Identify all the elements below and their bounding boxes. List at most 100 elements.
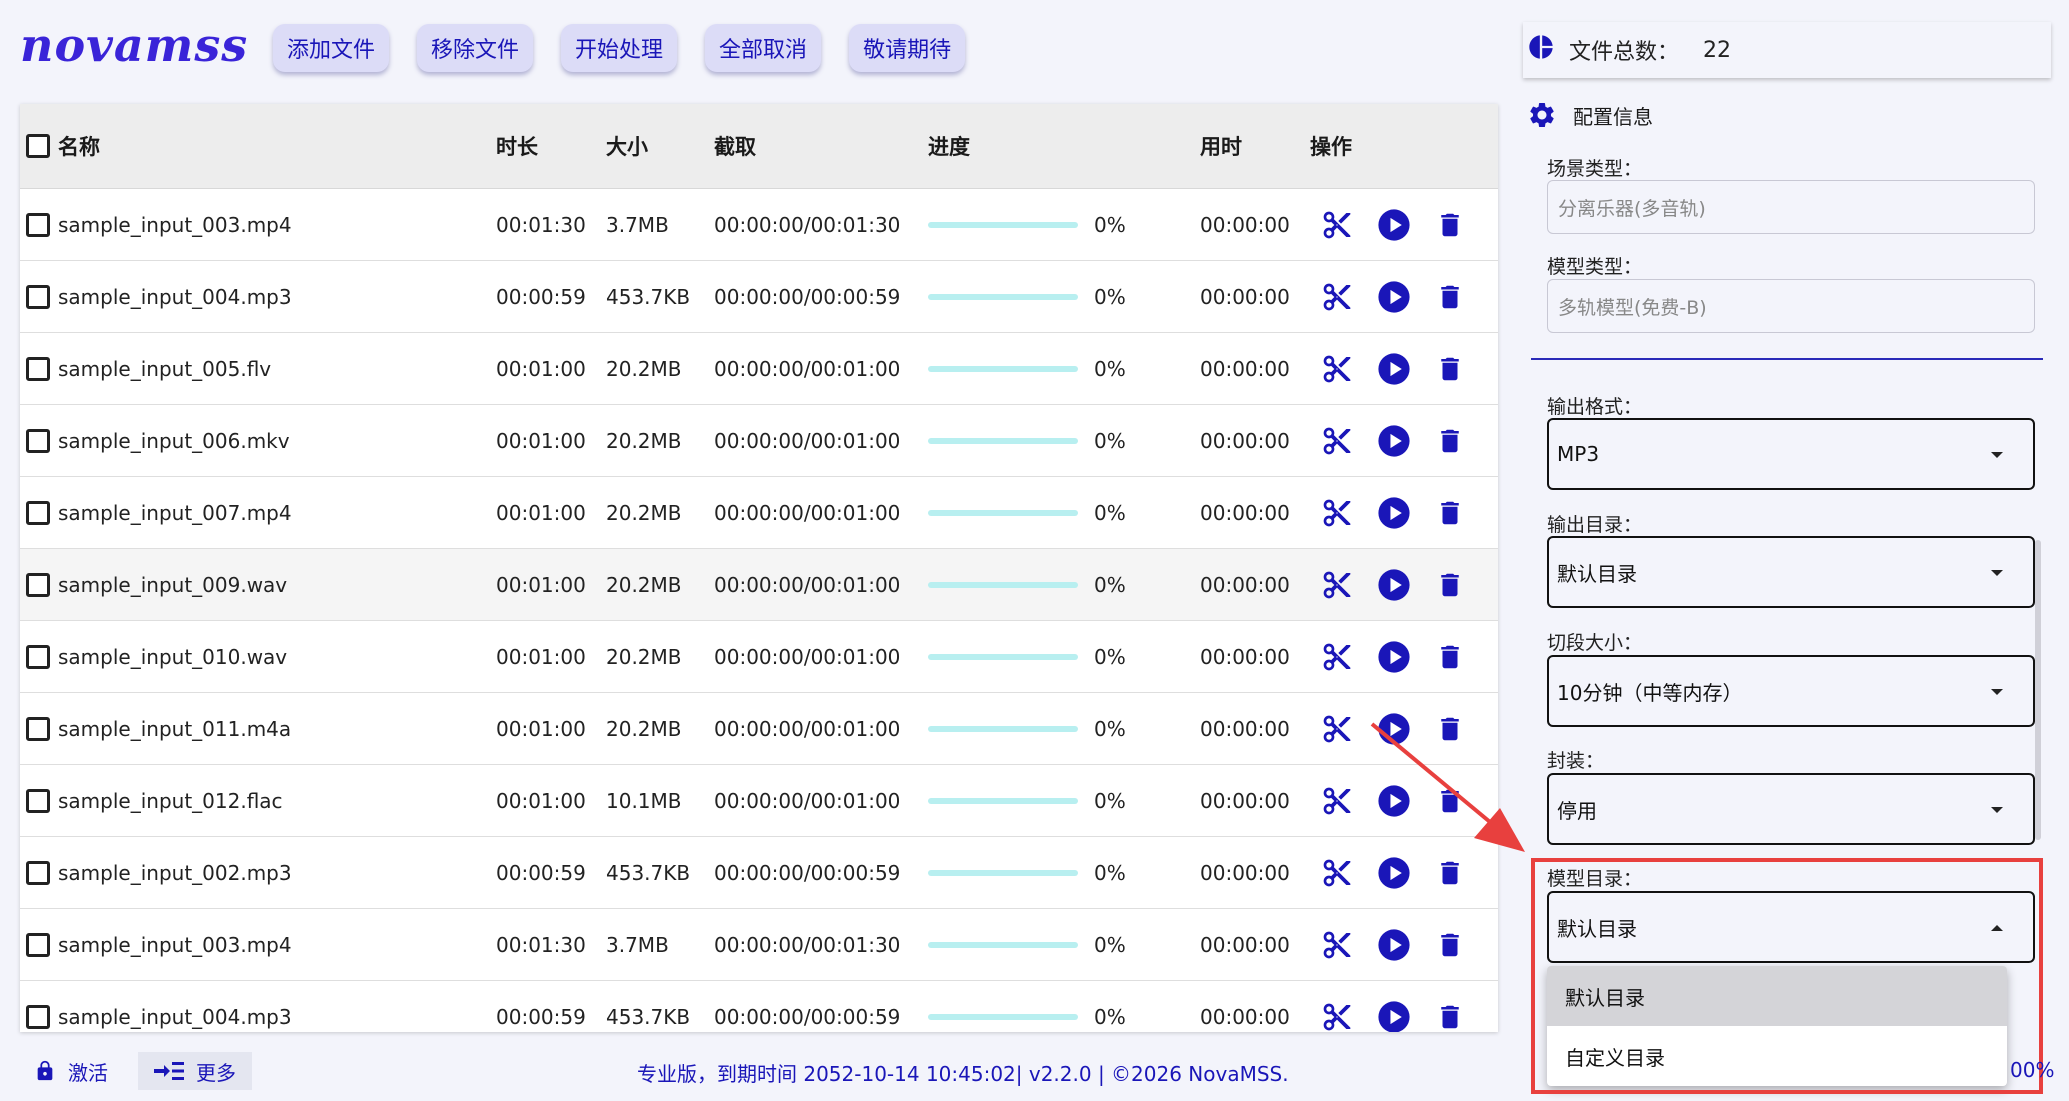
output-dir-label: 输出目录：: [1547, 514, 1643, 536]
scissors-icon[interactable]: [1320, 927, 1354, 963]
table-row[interactable]: sample_input_012.flac 00:01:00 10.1MB 00…: [20, 765, 1498, 837]
more-button[interactable]: 更多: [138, 1052, 252, 1090]
row-checkbox[interactable]: [26, 644, 50, 669]
file-name: sample_input_004.mp3: [58, 1004, 292, 1029]
play-icon[interactable]: [1377, 711, 1411, 747]
file-cut-range: 00:00:00/00:01:00: [714, 644, 901, 669]
file-size: 20.2MB: [606, 428, 682, 453]
row-checkbox[interactable]: [26, 860, 50, 885]
play-icon[interactable]: [1377, 639, 1411, 675]
trash-icon[interactable]: [1434, 207, 1468, 243]
progress-text: 0%: [1094, 572, 1126, 597]
cancel-all-button[interactable]: 全部取消: [705, 24, 822, 72]
activate-button[interactable]: 激活: [34, 1052, 108, 1090]
scissors-icon[interactable]: [1320, 351, 1354, 387]
scissors-icon[interactable]: [1320, 639, 1354, 675]
play-icon[interactable]: [1377, 207, 1411, 243]
file-cut-range: 00:00:00/00:01:30: [714, 212, 901, 237]
scissors-icon[interactable]: [1320, 999, 1354, 1033]
file-duration: 00:01:00: [496, 716, 586, 741]
scene-type-field: 分离乐器(多音轨): [1547, 180, 2035, 234]
play-icon[interactable]: [1377, 999, 1411, 1032]
table-row[interactable]: sample_input_005.flv 00:01:00 20.2MB 00:…: [20, 333, 1498, 405]
row-checkbox[interactable]: [26, 500, 50, 525]
output-dir-select[interactable]: 默认目录: [1547, 536, 2035, 608]
row-checkbox[interactable]: [26, 1004, 50, 1029]
trash-icon[interactable]: [1434, 423, 1468, 459]
elapsed-time: 00:00:00: [1200, 716, 1290, 741]
row-checkbox[interactable]: [26, 356, 50, 381]
play-icon[interactable]: [1377, 495, 1411, 531]
table-row[interactable]: sample_input_004.mp3 00:00:59 453.7KB 00…: [20, 981, 1498, 1032]
option-default-dir[interactable]: 默认目录: [1547, 966, 2007, 1026]
elapsed-time: 00:00:00: [1200, 572, 1290, 597]
start-processing-button[interactable]: 开始处理: [561, 24, 678, 72]
row-checkbox[interactable]: [26, 932, 50, 957]
row-checkbox[interactable]: [26, 788, 50, 813]
wrap-select[interactable]: 停用: [1547, 773, 2035, 845]
progress-text: 0%: [1094, 716, 1126, 741]
table-row[interactable]: sample_input_009.wav 00:01:00 20.2MB 00:…: [20, 549, 1498, 621]
trash-icon[interactable]: [1434, 279, 1468, 315]
progress-bar: [928, 869, 1078, 876]
trash-icon[interactable]: [1434, 351, 1468, 387]
trash-icon[interactable]: [1434, 927, 1468, 963]
trash-icon[interactable]: [1434, 567, 1468, 603]
row-checkbox[interactable]: [26, 572, 50, 597]
trash-icon[interactable]: [1434, 855, 1468, 891]
remove-file-button[interactable]: 移除文件: [417, 24, 534, 72]
model-dir-value: 默认目录: [1557, 916, 1637, 941]
scissors-icon[interactable]: [1320, 279, 1354, 315]
output-format-select[interactable]: MP3: [1547, 418, 2035, 490]
file-size: 3.7MB: [606, 212, 669, 237]
play-icon[interactable]: [1377, 927, 1411, 963]
play-icon[interactable]: [1377, 351, 1411, 387]
file-size: 10.1MB: [606, 788, 682, 813]
file-duration: 00:01:00: [496, 500, 586, 525]
scissors-icon[interactable]: [1320, 207, 1354, 243]
progress-bar: [928, 293, 1078, 300]
trash-icon[interactable]: [1434, 495, 1468, 531]
scissors-icon[interactable]: [1320, 711, 1354, 747]
select-all-checkbox[interactable]: [26, 134, 50, 158]
scissors-icon[interactable]: [1320, 495, 1354, 531]
config-scrollbar[interactable]: [2035, 540, 2041, 840]
scissors-icon[interactable]: [1320, 855, 1354, 891]
segment-size-select[interactable]: 10分钟（中等内存）: [1547, 655, 2035, 727]
row-checkbox[interactable]: [26, 284, 50, 309]
trash-icon[interactable]: [1434, 639, 1468, 675]
play-icon[interactable]: [1377, 855, 1411, 891]
add-file-button[interactable]: 添加文件: [273, 24, 390, 72]
table-row[interactable]: sample_input_003.mp4 00:01:30 3.7MB 00:0…: [20, 189, 1498, 261]
play-icon[interactable]: [1377, 279, 1411, 315]
trash-icon[interactable]: [1434, 999, 1468, 1033]
model-dir-select[interactable]: 默认目录: [1547, 891, 2035, 963]
file-cut-range: 00:00:00/00:01:00: [714, 788, 901, 813]
scissors-icon[interactable]: [1320, 783, 1354, 819]
row-checkbox[interactable]: [26, 212, 50, 237]
table-row[interactable]: sample_input_011.m4a 00:01:00 20.2MB 00:…: [20, 693, 1498, 765]
table-row[interactable]: sample_input_006.mkv 00:01:00 20.2MB 00:…: [20, 405, 1498, 477]
app-logo: novamss: [20, 18, 249, 72]
caret-down-icon: [1991, 452, 2003, 458]
segment-size-label: 切段大小：: [1547, 632, 1643, 654]
table-row[interactable]: sample_input_010.wav 00:01:00 20.2MB 00:…: [20, 621, 1498, 693]
play-icon[interactable]: [1377, 567, 1411, 603]
table-row[interactable]: sample_input_002.mp3 00:00:59 453.7KB 00…: [20, 837, 1498, 909]
elapsed-time: 00:00:00: [1200, 932, 1290, 957]
table-row[interactable]: sample_input_004.mp3 00:00:59 453.7KB 00…: [20, 261, 1498, 333]
coming-soon-button[interactable]: 敬请期待: [849, 24, 966, 72]
trash-icon[interactable]: [1434, 711, 1468, 747]
row-checkbox[interactable]: [26, 716, 50, 741]
scissors-icon[interactable]: [1320, 567, 1354, 603]
row-checkbox[interactable]: [26, 428, 50, 453]
scissors-icon[interactable]: [1320, 423, 1354, 459]
play-icon[interactable]: [1377, 783, 1411, 819]
table-row[interactable]: sample_input_007.mp4 00:01:00 20.2MB 00:…: [20, 477, 1498, 549]
trash-icon[interactable]: [1434, 783, 1468, 819]
file-name: sample_input_007.mp4: [58, 500, 292, 525]
progress-text: 0%: [1094, 284, 1126, 309]
toolbar: 添加文件 移除文件 开始处理 全部取消 敬请期待: [273, 24, 993, 72]
table-row[interactable]: sample_input_003.mp4 00:01:30 3.7MB 00:0…: [20, 909, 1498, 981]
play-icon[interactable]: [1377, 423, 1411, 459]
